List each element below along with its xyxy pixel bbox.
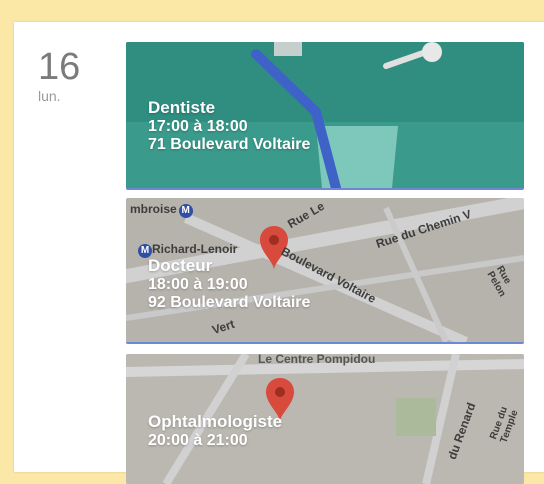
event-details: Ophtalmologiste 20:00 à 21:00 xyxy=(148,412,282,450)
day-header: 16 lun. xyxy=(38,48,80,104)
event-title: Ophtalmologiste xyxy=(148,412,283,431)
event-card-dentiste[interactable]: Dentiste 17:00 à 18:00 71 Boulevard Volt… xyxy=(126,42,524,190)
event-time: 18:00 à 19:00 xyxy=(148,276,248,293)
weekday-label: lun. xyxy=(38,88,61,104)
event-title: Dentiste xyxy=(148,98,216,117)
event-address: 92 Boulevard Voltaire xyxy=(148,294,311,311)
day-number: 16 xyxy=(38,46,81,88)
map-label-centre-pompidou: Le Centre Pompidou xyxy=(258,354,376,366)
event-details: Dentiste 17:00 à 18:00 71 Boulevard Volt… xyxy=(148,98,310,154)
event-time: 17:00 à 18:00 xyxy=(148,118,248,135)
event-card-docteur[interactable]: mbroise M M Richard-Lenoir Rue du Chemin V… xyxy=(126,198,524,344)
event-title: Docteur xyxy=(148,256,213,275)
event-time: 20:00 à 21:00 xyxy=(148,432,248,449)
calendar-panel: 16 lun. Dentiste 17:00 à 18:00 71 Boulev… xyxy=(14,22,544,484)
map-label-ambroise: mbroise M xyxy=(130,202,193,218)
event-card-ophtalmologiste[interactable]: Le Centre Pompidou du Renard Rue du Temp… xyxy=(126,354,524,484)
event-address: 71 Boulevard Voltaire xyxy=(148,136,311,153)
event-details: Docteur 18:00 à 19:00 92 Boulevard Volta… xyxy=(148,256,310,312)
